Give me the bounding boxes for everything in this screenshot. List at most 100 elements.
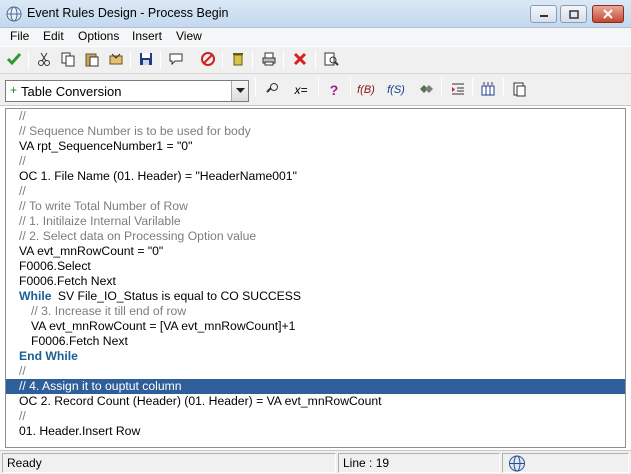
code-text: OC 2. Record Count (Header) (01. Header)… bbox=[19, 394, 382, 408]
code-comment: // To write Total Number of Row bbox=[19, 199, 188, 213]
insert-special-button[interactable] bbox=[106, 50, 126, 70]
code-comment: // 2. Select data on Processing Option v… bbox=[19, 229, 257, 243]
print-icon bbox=[261, 51, 277, 70]
copy-icon bbox=[60, 51, 76, 70]
system-function-icon: f(S) bbox=[387, 84, 405, 96]
code-line[interactable]: // bbox=[6, 154, 625, 169]
code-text: SV File_IO_Status is equal to CO SUCCESS bbox=[54, 289, 302, 303]
cancel-button[interactable] bbox=[290, 50, 310, 70]
minimize-button[interactable] bbox=[530, 5, 557, 23]
maximize-button[interactable] bbox=[560, 5, 587, 23]
delete-trash-icon bbox=[230, 51, 246, 70]
save-icon bbox=[138, 51, 154, 70]
code-text: F0006.Select bbox=[19, 259, 91, 273]
copy-button[interactable] bbox=[58, 50, 78, 70]
columns-button[interactable] bbox=[478, 80, 498, 100]
save-button[interactable] bbox=[136, 50, 156, 70]
variables-icon bbox=[418, 81, 434, 100]
globe-icon bbox=[507, 455, 527, 474]
menu-options[interactable]: Options bbox=[76, 29, 121, 43]
line-number: Line : 19 bbox=[343, 456, 390, 470]
code-line[interactable]: VA rpt_SequenceNumber1 = "0" bbox=[6, 139, 625, 154]
code-line[interactable]: // bbox=[6, 364, 625, 379]
event-selector[interactable]: + Table Conversion bbox=[5, 80, 249, 102]
function-icon: f(B) bbox=[357, 84, 375, 96]
main-toolbar bbox=[0, 46, 631, 74]
business-function-button[interactable]: f(B) bbox=[354, 80, 378, 100]
columns-icon bbox=[480, 81, 496, 100]
menu-bar: File Edit Options Insert View bbox=[0, 28, 631, 46]
code-text: VA evt_mnRowCount = "0" bbox=[19, 244, 164, 258]
title-bar: Event Rules Design - Process Begin bbox=[0, 0, 631, 28]
code-line[interactable]: F0006.Select bbox=[6, 259, 625, 274]
status-text: Ready bbox=[2, 453, 336, 473]
code-line[interactable]: // 4. Assign it to ouptut column bbox=[6, 379, 625, 394]
indent-icon bbox=[450, 81, 466, 100]
code-line[interactable]: // bbox=[6, 184, 625, 199]
code-line[interactable]: OC 2. Record Count (Header) (01. Header)… bbox=[6, 394, 625, 409]
code-line[interactable]: VA evt_mnRowCount = "0" bbox=[6, 244, 625, 259]
menu-view[interactable]: View bbox=[174, 29, 204, 43]
code-line[interactable]: VA evt_mnRowCount = [VA evt_mnRowCount]+… bbox=[6, 319, 625, 334]
help-button[interactable]: ? bbox=[324, 80, 344, 100]
code-keyword: While bbox=[19, 289, 52, 303]
code-text: F0006.Fetch Next bbox=[31, 334, 128, 348]
help-question-icon: ? bbox=[329, 82, 339, 98]
disable-button[interactable] bbox=[198, 50, 218, 70]
system-function-button[interactable]: f(S) bbox=[384, 80, 408, 100]
clipboard-icon bbox=[511, 81, 527, 100]
code-line[interactable]: F0006.Fetch Next bbox=[6, 274, 625, 289]
code-line[interactable]: // bbox=[6, 109, 625, 124]
paste-icon bbox=[84, 51, 100, 70]
code-comment: // 3. Increase it till end of row bbox=[31, 304, 187, 318]
find-button[interactable] bbox=[262, 80, 282, 100]
maximize-icon bbox=[568, 9, 579, 19]
search-page-icon bbox=[323, 51, 339, 70]
code-line[interactable]: // bbox=[6, 409, 625, 424]
line-indicator: Line : 19 bbox=[338, 453, 500, 473]
assignment-button[interactable]: x= bbox=[291, 80, 311, 100]
variables-button[interactable] bbox=[416, 80, 436, 100]
code-line[interactable]: 01. Header.Insert Row bbox=[6, 424, 625, 439]
code-comment: // bbox=[19, 109, 26, 123]
globe-icon bbox=[6, 6, 22, 22]
code-line[interactable]: // 3. Increase it till end of row bbox=[6, 304, 625, 319]
window-title: Event Rules Design - Process Begin bbox=[27, 6, 229, 20]
code-line[interactable]: // 1. Initilaize Internal Varilable bbox=[6, 214, 625, 229]
status-ready: Ready bbox=[7, 456, 42, 470]
disable-icon bbox=[200, 51, 216, 70]
cut-button[interactable] bbox=[34, 50, 54, 70]
expand-marker: + bbox=[10, 83, 18, 97]
assignment-icon: x= bbox=[294, 83, 308, 97]
menu-edit[interactable]: Edit bbox=[41, 29, 66, 43]
status-bar: Ready Line : 19 bbox=[0, 450, 631, 474]
cut-icon bbox=[36, 51, 52, 70]
indent-button[interactable] bbox=[448, 80, 468, 100]
event-rules-editor[interactable]: //// Sequence Number is to be used for b… bbox=[5, 108, 626, 448]
code-line[interactable]: OC 1. File Name (01. Header) = "HeaderNa… bbox=[6, 169, 625, 184]
code-text: VA rpt_SequenceNumber1 = "0" bbox=[19, 139, 193, 153]
close-button[interactable] bbox=[592, 5, 624, 23]
code-keyword: End While bbox=[19, 349, 78, 363]
code-line[interactable]: // 2. Select data on Processing Option v… bbox=[6, 229, 625, 244]
code-line[interactable]: // Sequence Number is to be used for bod… bbox=[6, 124, 625, 139]
code-line[interactable]: End While bbox=[6, 349, 625, 364]
close-icon bbox=[603, 9, 613, 19]
paste-button[interactable] bbox=[82, 50, 102, 70]
print-button[interactable] bbox=[259, 50, 279, 70]
code-comment: // bbox=[19, 154, 26, 168]
search-page-button[interactable] bbox=[321, 50, 341, 70]
insert-special-icon bbox=[108, 51, 124, 70]
chevron-down-icon[interactable] bbox=[231, 81, 248, 101]
delete-button[interactable] bbox=[228, 50, 248, 70]
code-line[interactable]: F0006.Fetch Next bbox=[6, 334, 625, 349]
menu-insert[interactable]: Insert bbox=[130, 29, 164, 43]
code-comment: // 4. Assign it to ouptut column bbox=[19, 379, 182, 393]
comment-button[interactable] bbox=[166, 50, 186, 70]
cancel-x-icon bbox=[292, 51, 308, 70]
menu-file[interactable]: File bbox=[8, 29, 31, 43]
clipboard-button[interactable] bbox=[509, 80, 529, 100]
code-line[interactable]: // To write Total Number of Row bbox=[6, 199, 625, 214]
ok-button[interactable] bbox=[4, 50, 24, 70]
code-line[interactable]: While SV File_IO_Status is equal to CO S… bbox=[6, 289, 625, 304]
